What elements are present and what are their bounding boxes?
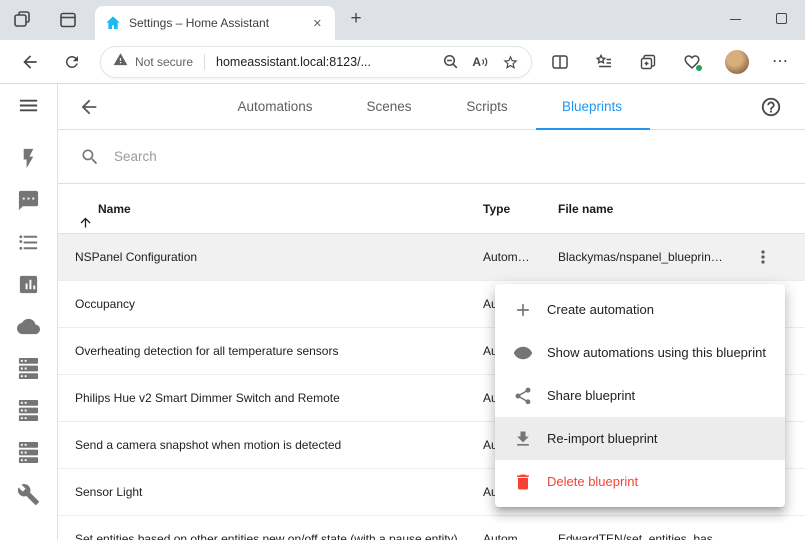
tab-actions-icon[interactable] <box>58 10 78 30</box>
ha-header: Automations Scenes Scripts Blueprints <box>58 84 805 130</box>
row-name: Philips Hue v2 Smart Dimmer Switch and R… <box>75 391 340 405</box>
back-button[interactable] <box>20 52 40 72</box>
help-icon[interactable] <box>760 96 782 123</box>
download-icon <box>513 429 533 449</box>
search-field[interactable]: Search <box>58 130 805 184</box>
column-type[interactable]: Type <box>483 184 510 234</box>
url-text: homeassistant.local:8123/... <box>216 55 430 69</box>
wrench-icon[interactable] <box>17 483 40 506</box>
ha-sidebar <box>0 84 58 540</box>
row-name: Occupancy <box>75 297 135 311</box>
row-type: Autom… <box>483 250 549 264</box>
browser-menu-icon[interactable]: ⋯ <box>772 51 789 71</box>
favorites-hub-icon[interactable] <box>595 53 613 71</box>
menu-hamburger-icon[interactable] <box>17 94 40 117</box>
favorite-star-icon[interactable] <box>502 54 519 71</box>
row-overflow-menu-icon[interactable] <box>753 247 773 270</box>
row-type: Autom… <box>483 532 549 540</box>
browser-essentials-icon[interactable] <box>683 53 701 71</box>
menu-item-show-automations[interactable]: Show automations using this blueprint <box>495 331 785 374</box>
trash-icon <box>513 472 533 492</box>
security-label: Not secure <box>135 55 193 69</box>
split-screen-icon[interactable] <box>551 53 569 71</box>
cloud-icon[interactable] <box>17 315 40 338</box>
server-icon-3[interactable] <box>17 441 40 464</box>
menu-item-share-blueprint[interactable]: Share blueprint <box>495 374 785 417</box>
browser-tab[interactable]: Settings – Home Assistant ✕ <box>95 6 335 40</box>
row-name: Overheating detection for all temperatur… <box>75 344 338 358</box>
address-divider <box>204 54 205 70</box>
table-header: Name Type File name <box>58 184 805 234</box>
zoom-out-icon[interactable] <box>443 54 459 70</box>
search-icon <box>80 147 100 167</box>
lightning-icon[interactable] <box>17 147 40 170</box>
context-menu: Create automation Show automations using… <box>495 284 785 507</box>
row-name: Set entities based on other entities new… <box>75 532 458 540</box>
table-row[interactable]: NSPanel Configuration Autom… Blackymas/n… <box>58 234 805 281</box>
row-name: Sensor Light <box>75 485 142 499</box>
row-name: NSPanel Configuration <box>75 250 197 264</box>
browser-toolbar: Not secure homeassistant.local:8123/... … <box>0 40 805 84</box>
chat-icon[interactable] <box>17 189 40 212</box>
menu-item-delete-blueprint[interactable]: Delete blueprint <box>495 460 785 503</box>
server-icon-2[interactable] <box>17 399 40 422</box>
tab-title: Settings – Home Assistant <box>129 16 302 30</box>
list-icon[interactable] <box>17 231 40 254</box>
new-tab-button[interactable]: + <box>344 8 368 32</box>
ha-main: Automations Scenes Scripts Blueprints Se… <box>58 84 805 540</box>
column-file-name[interactable]: File name <box>558 184 613 234</box>
ha-back-icon[interactable] <box>78 96 100 123</box>
read-aloud-icon[interactable]: A <box>472 55 489 69</box>
row-file: EdwardTEN/set_entities_bas… <box>558 532 744 540</box>
table-row[interactable]: Set entities based on other entities new… <box>58 516 805 540</box>
eye-icon <box>513 343 533 363</box>
not-secure-warning-icon <box>113 52 128 72</box>
tab-strip: Settings – Home Assistant ✕ + <box>0 0 805 40</box>
menu-item-reimport-blueprint[interactable]: Re-import blueprint <box>495 417 785 460</box>
tab-blueprints[interactable]: Blueprints <box>562 84 622 130</box>
search-placeholder: Search <box>114 149 157 164</box>
chart-icon[interactable] <box>17 273 40 296</box>
workspaces-icon[interactable] <box>12 10 32 30</box>
plus-icon <box>513 300 533 320</box>
menu-item-create-automation[interactable]: Create automation <box>495 288 785 331</box>
page-content: Automations Scenes Scripts Blueprints Se… <box>0 84 805 540</box>
collections-icon[interactable] <box>639 53 657 71</box>
tab-automations[interactable]: Automations <box>237 84 312 130</box>
share-icon <box>513 386 533 406</box>
home-assistant-favicon <box>105 15 121 31</box>
tab-scenes[interactable]: Scenes <box>366 84 411 130</box>
tab-close-icon[interactable]: ✕ <box>310 17 325 30</box>
minimize-button[interactable] <box>730 19 741 20</box>
essentials-status-dot <box>695 64 703 72</box>
refresh-button[interactable] <box>63 53 81 71</box>
browser-window: Settings – Home Assistant ✕ + Not secure… <box>0 0 805 540</box>
column-name[interactable]: Name <box>98 184 131 234</box>
row-file: Blackymas/nspanel_blueprin… <box>558 250 744 264</box>
server-icon-1[interactable] <box>17 357 40 380</box>
profile-avatar[interactable] <box>725 50 749 74</box>
row-name: Send a camera snapshot when motion is de… <box>75 438 341 452</box>
address-bar[interactable]: Not secure homeassistant.local:8123/... … <box>100 46 532 78</box>
maximize-button[interactable] <box>776 13 787 24</box>
tab-scripts[interactable]: Scripts <box>466 84 507 130</box>
